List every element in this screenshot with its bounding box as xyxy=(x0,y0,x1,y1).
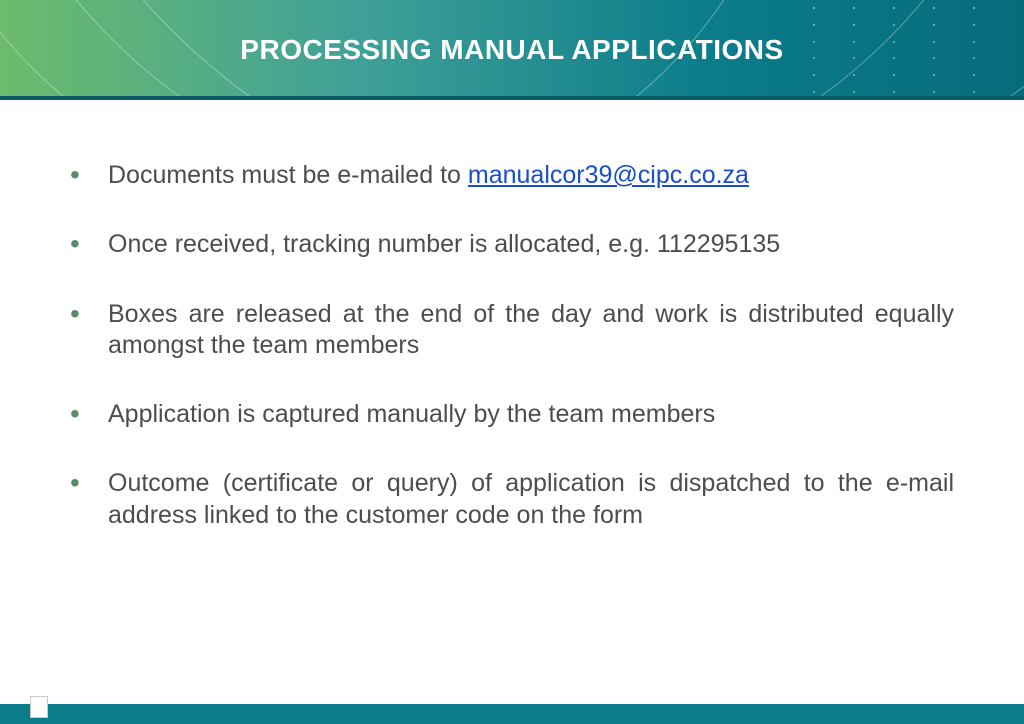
list-item: Documents must be e-mailed to manualcor3… xyxy=(70,160,954,191)
slide: PROCESSING MANUAL APPLICATIONS Documents… xyxy=(0,0,1024,724)
slide-content: Documents must be e-mailed to manualcor3… xyxy=(0,100,1024,531)
decorative-dots xyxy=(794,0,994,100)
list-item: Boxes are released at the end of the day… xyxy=(70,299,954,362)
list-item: Once received, tracking number is alloca… xyxy=(70,229,954,260)
bullet-text: Documents must be e-mailed to xyxy=(108,161,468,189)
slide-footer xyxy=(0,704,1024,724)
list-item: Application is captured manually by the … xyxy=(70,399,954,430)
list-item: Outcome (certificate or query) of applic… xyxy=(70,468,954,531)
bullet-list: Documents must be e-mailed to manualcor3… xyxy=(70,160,954,531)
email-link[interactable]: manualcor39@cipc.co.za xyxy=(468,161,749,189)
slide-title: PROCESSING MANUAL APPLICATIONS xyxy=(240,34,783,66)
slide-header: PROCESSING MANUAL APPLICATIONS xyxy=(0,0,1024,100)
page-marker-box xyxy=(30,696,48,718)
